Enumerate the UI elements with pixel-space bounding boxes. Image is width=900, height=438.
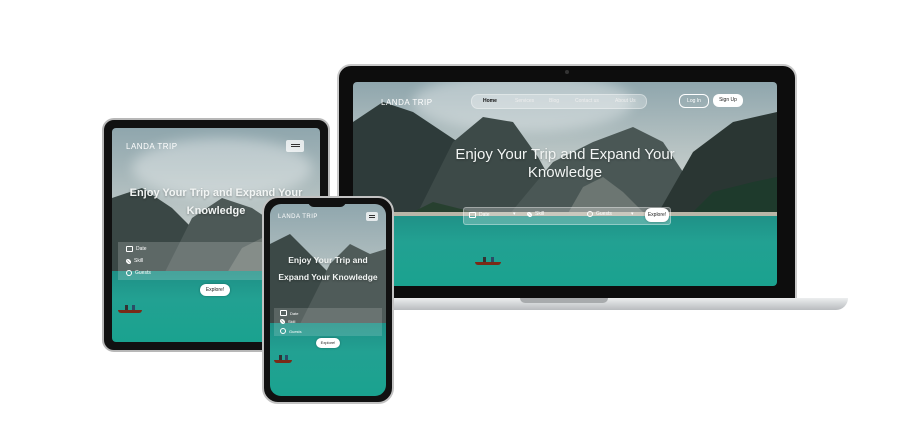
chevron-down-icon: ▾ [513,211,516,217]
skill-label: Skill [535,211,545,217]
signup-button[interactable]: Sign Up [713,94,743,107]
menu-icon[interactable] [366,212,378,221]
skill-label: Skill [134,258,144,264]
hero-title: Enjoy Your Trip and Expand Your Knowledg… [423,146,707,182]
hero-title-line1: Enjoy Your Trip and Expand Your [455,146,675,163]
user-icon [280,328,286,334]
brand-logo[interactable]: LANDA TRIP [126,142,178,151]
boat-image [274,355,292,363]
nav-item-contact[interactable]: Contact us [575,98,599,104]
network-icon [527,211,532,217]
date-label: Date [479,212,490,218]
explore-button[interactable]: Explore! [200,284,230,296]
brand-logo[interactable]: LANDA TRIP [278,214,318,220]
hero-title: Enjoy Your Trip and Expand Your Knowledg… [270,252,386,286]
calendar-icon [280,310,287,316]
phone-screen: LANDA TRIP Enjoy Your Trip and Expand Yo… [270,204,386,396]
login-button[interactable]: Log In [679,94,709,108]
explore-button[interactable]: Explore! [645,208,669,222]
brand-logo[interactable]: LANDA TRIP [381,98,433,107]
date-label: Date [136,246,147,252]
date-field[interactable]: Date [126,246,147,252]
nav-item-home[interactable]: Home [483,98,497,104]
boat-image [118,305,142,313]
guests-label: Guests [596,211,612,217]
network-icon [280,319,285,324]
chevron-down-icon: ▾ [631,211,634,217]
skill-field[interactable]: Skill [527,211,544,217]
skill-field[interactable]: Skill [126,258,143,264]
nav-item-blog[interactable]: Blog [549,98,559,104]
nav-item-services[interactable]: Services [515,98,534,104]
explore-button[interactable]: Explore! [316,338,340,348]
guests-field[interactable]: Guests [280,328,302,334]
laptop-camera [565,70,569,74]
skill-field[interactable]: Skill [280,319,295,324]
hero-title-line2: Knowledge [527,164,603,181]
search-bar [463,207,671,225]
hero-title-line2: Knowledge [186,205,246,217]
date-label: Date [290,310,299,316]
phone-notch [308,200,346,207]
date-field[interactable]: Date [469,212,490,218]
calendar-icon [126,246,133,252]
guests-field[interactable]: Guests [126,270,151,276]
laptop-notch [520,298,608,303]
skill-label: Skill [288,319,296,324]
user-icon [587,211,593,217]
phone-device: LANDA TRIP Enjoy Your Trip and Expand Yo… [262,196,394,404]
date-field[interactable]: Date [280,310,298,316]
network-icon [126,258,131,264]
laptop-screen: LANDA TRIP Home Services Blog Contact us… [353,82,777,286]
menu-icon[interactable] [286,140,304,152]
nav-item-about[interactable]: About Us [615,98,636,104]
guests-label: Guests [135,270,151,276]
calendar-icon [469,212,476,218]
hero-title-line2: Expand Your Knowledge [278,272,378,282]
user-icon [126,270,132,276]
boat-image [475,257,501,265]
guests-label: Guests [289,328,302,334]
hero-title-line1: Enjoy Your Trip and [288,255,368,265]
laptop-device: LANDA TRIP Home Services Blog Contact us… [337,64,797,306]
guests-field[interactable]: Guests [587,211,612,217]
